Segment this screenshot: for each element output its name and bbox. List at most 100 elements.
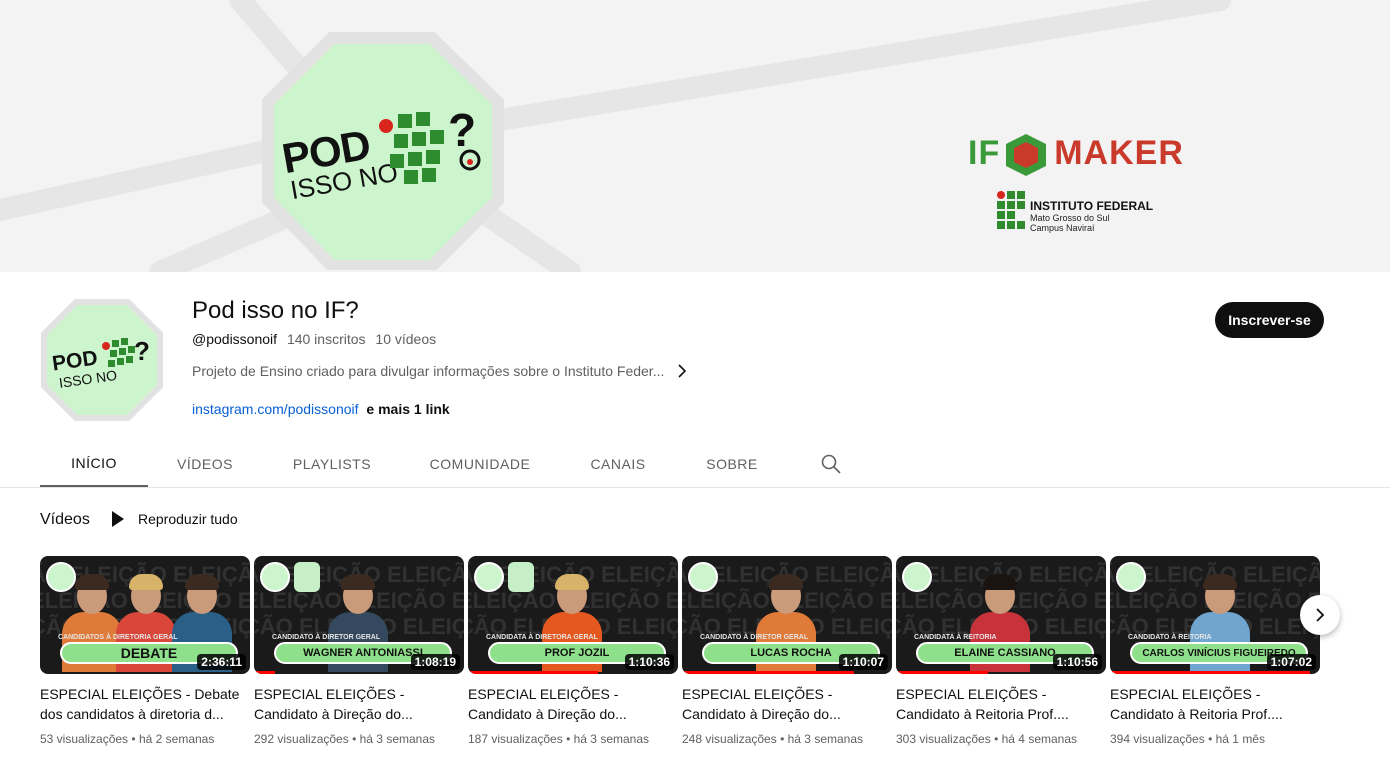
thumbnail-logo bbox=[260, 562, 290, 592]
tab-videos[interactable]: VÍDEOS bbox=[148, 440, 262, 488]
banner-logo-grid-icon: ? bbox=[379, 108, 481, 184]
video-title[interactable]: ESPECIAL ELEIÇÕES - Candidato à Reitoria… bbox=[896, 684, 1106, 724]
video-card[interactable]: ÃO ELEIÇÃO ELEIÇÃOELEIÇÃO ELEIÇÃO ELÇÃO … bbox=[896, 556, 1106, 746]
channel-links: instagram.com/podissonoif e mais 1 link bbox=[192, 401, 450, 417]
video-card[interactable]: ÃO ELEIÇÃO ELEIÇÃOELEIÇÃO ELEIÇÃO ELÇÃO … bbox=[40, 556, 250, 746]
meta-separator: • bbox=[131, 732, 136, 746]
video-thumbnail[interactable]: ÃO ELEIÇÃO ELEIÇÃOELEIÇÃO ELEIÇÃO ELÇÃO … bbox=[682, 556, 892, 674]
meta-separator: • bbox=[1208, 732, 1213, 746]
video-title[interactable]: ESPECIAL ELEIÇÕES - Candidato à Reitoria… bbox=[1110, 684, 1320, 724]
institute-title: INSTITUTO FEDERAL bbox=[1030, 199, 1154, 213]
channel-description-text: Projeto de Ensino criado para divulgar i… bbox=[192, 363, 665, 379]
video-meta: 53 visualizações • há 2 semanas bbox=[40, 732, 250, 746]
svg-text:?: ? bbox=[448, 108, 476, 156]
thumbnail-badge bbox=[508, 562, 534, 592]
thumbnail-caption: CANDIDATA À DIRETORA GERAL bbox=[486, 634, 598, 641]
watch-progress bbox=[468, 671, 599, 674]
maker-gem-icon bbox=[1006, 134, 1046, 176]
video-meta: 394 visualizações • há 1 mês bbox=[1110, 732, 1320, 746]
video-age: há 3 semanas bbox=[359, 732, 436, 746]
tab-canais[interactable]: CANAIS bbox=[558, 440, 678, 488]
video-age: há 4 semanas bbox=[1001, 732, 1078, 746]
video-age: há 3 semanas bbox=[573, 732, 650, 746]
thumbnail-caption: CANDIDATO À DIRETOR GERAL bbox=[272, 634, 381, 641]
video-duration: 1:10:36 bbox=[624, 654, 674, 670]
subscriber-count: 140 inscritos bbox=[286, 331, 366, 347]
channel-handle: @podissonoif bbox=[192, 331, 278, 347]
video-title[interactable]: ESPECIAL ELEIÇÕES - Candidato à Direção … bbox=[682, 684, 892, 724]
thumbnail-caption: CANDIDATA À REITORIA bbox=[914, 634, 997, 641]
video-duration: 1:08:19 bbox=[410, 654, 460, 670]
more-links[interactable]: e mais 1 link bbox=[366, 401, 449, 417]
video-thumbnail[interactable]: ÃO ELEIÇÃO ELEIÇÃOELEIÇÃO ELEIÇÃO ELÇÃO … bbox=[468, 556, 678, 674]
channel-meta: @podissonoif 140 inscritos 10 vídeos bbox=[192, 331, 442, 347]
meta-separator: • bbox=[994, 732, 999, 746]
partner-logo: IF MAKER bbox=[968, 134, 1184, 173]
meta-separator: • bbox=[566, 732, 571, 746]
watch-progress bbox=[682, 671, 855, 674]
play-all-button[interactable]: Reproduzir tudo bbox=[112, 511, 238, 527]
video-meta: 303 visualizações • há 4 semanas bbox=[896, 732, 1106, 746]
thumbnail-badge bbox=[294, 562, 320, 592]
institute-state: Mato Grosso do Sul bbox=[1030, 213, 1110, 223]
video-views: 248 visualizações bbox=[682, 732, 777, 746]
institute-grid-icon bbox=[997, 191, 1025, 229]
watch-progress bbox=[896, 671, 989, 674]
video-age: há 3 semanas bbox=[787, 732, 864, 746]
channel-description[interactable]: Projeto de Ensino criado para divulgar i… bbox=[192, 363, 690, 379]
meta-separator: • bbox=[352, 732, 357, 746]
tab-inicio[interactable]: INÍCIO bbox=[40, 440, 148, 488]
chevron-right-icon bbox=[678, 364, 687, 378]
tab-playlists[interactable]: PLAYLISTS bbox=[262, 440, 402, 488]
video-card[interactable]: ÃO ELEIÇÃO ELEIÇÃOELEIÇÃO ELEIÇÃO ELÇÃO … bbox=[254, 556, 464, 746]
thumbnail-logo bbox=[474, 562, 504, 592]
svg-text:?: ? bbox=[134, 336, 150, 366]
institute-campus: Campus Naviraí bbox=[1030, 223, 1095, 233]
video-count: 10 vídeos bbox=[375, 331, 437, 347]
meta-separator: • bbox=[780, 732, 785, 746]
video-meta: 292 visualizações • há 3 semanas bbox=[254, 732, 464, 746]
partner-logo-if: IF bbox=[968, 134, 1001, 172]
tab-sobre[interactable]: SOBRE bbox=[678, 440, 786, 488]
subscribe-button[interactable]: Inscrever-se bbox=[1215, 302, 1324, 338]
video-thumbnail[interactable]: ÃO ELEIÇÃO ELEIÇÃOELEIÇÃO ELEIÇÃO ELÇÃO … bbox=[896, 556, 1106, 674]
video-meta: 187 visualizações • há 3 semanas bbox=[468, 732, 678, 746]
video-views: 53 visualizações bbox=[40, 732, 129, 746]
play-all-label: Reproduzir tudo bbox=[138, 511, 238, 527]
video-title[interactable]: ESPECIAL ELEIÇÕES - Debate dos candidato… bbox=[40, 684, 250, 724]
video-thumbnail[interactable]: ÃO ELEIÇÃO ELEIÇÃOELEIÇÃO ELEIÇÃO ELÇÃO … bbox=[40, 556, 250, 674]
tabs-divider bbox=[0, 487, 1390, 488]
video-views: 303 visualizações bbox=[896, 732, 991, 746]
channel-tabs: INÍCIO VÍDEOS PLAYLISTS COMUNIDADE CANAI… bbox=[40, 440, 786, 488]
channel-banner: POD ISSO NO ? IF MAKER INSTITUTO FEDERAL… bbox=[0, 0, 1390, 272]
thumbnail-caption: CANDIDATO À REITORIA bbox=[1128, 634, 1212, 641]
video-meta: 248 visualizações • há 3 semanas bbox=[682, 732, 892, 746]
channel-name: Pod isso no IF? bbox=[192, 297, 359, 324]
video-duration: 1:10:07 bbox=[838, 654, 888, 670]
video-card[interactable]: ÃO ELEIÇÃO ELEIÇÃOELEIÇÃO ELEIÇÃO ELÇÃO … bbox=[682, 556, 892, 746]
instagram-link[interactable]: instagram.com/podissonoif bbox=[192, 401, 359, 417]
video-duration: 2:36:11 bbox=[197, 654, 246, 670]
thumbnail-caption: CANDIDATOS À DIRETORIA GERAL bbox=[58, 634, 178, 641]
video-views: 187 visualizações bbox=[468, 732, 563, 746]
play-icon bbox=[112, 511, 124, 527]
video-card[interactable]: ÃO ELEIÇÃO ELEIÇÃOELEIÇÃO ELEIÇÃO ELÇÃO … bbox=[1110, 556, 1320, 746]
video-title[interactable]: ESPECIAL ELEIÇÕES - Candidato à Direção … bbox=[254, 684, 464, 724]
video-shelf: ÃO ELEIÇÃO ELEIÇÃOELEIÇÃO ELEIÇÃO ELÇÃO … bbox=[40, 556, 1330, 756]
video-card[interactable]: ÃO ELEIÇÃO ELEIÇÃOELEIÇÃO ELEIÇÃO ELÇÃO … bbox=[468, 556, 678, 746]
video-thumbnail[interactable]: ÃO ELEIÇÃO ELEIÇÃOELEIÇÃO ELEIÇÃO ELÇÃO … bbox=[1110, 556, 1320, 674]
video-views: 292 visualizações bbox=[254, 732, 349, 746]
channel-avatar[interactable]: POD ISSO NO ? bbox=[40, 298, 164, 422]
partner-logo-maker: MAKER bbox=[1054, 134, 1184, 172]
watch-progress bbox=[254, 671, 275, 674]
video-age: há 2 semanas bbox=[138, 732, 215, 746]
thumbnail-caption: CANDIDATO À DIRETOR GERAL bbox=[700, 634, 809, 641]
search-icon[interactable] bbox=[820, 453, 842, 475]
shelf-next-button[interactable] bbox=[1300, 595, 1340, 635]
video-thumbnail[interactable]: ÃO ELEIÇÃO ELEIÇÃOELEIÇÃO ELEIÇÃO ELÇÃO … bbox=[254, 556, 464, 674]
section-title: Vídeos bbox=[40, 511, 90, 528]
video-duration: 1:07:02 bbox=[1266, 654, 1316, 670]
tab-comunidade[interactable]: COMUNIDADE bbox=[402, 440, 558, 488]
thumbnail-logo bbox=[1116, 562, 1146, 592]
video-title[interactable]: ESPECIAL ELEIÇÕES - Candidato à Direção … bbox=[468, 684, 678, 724]
